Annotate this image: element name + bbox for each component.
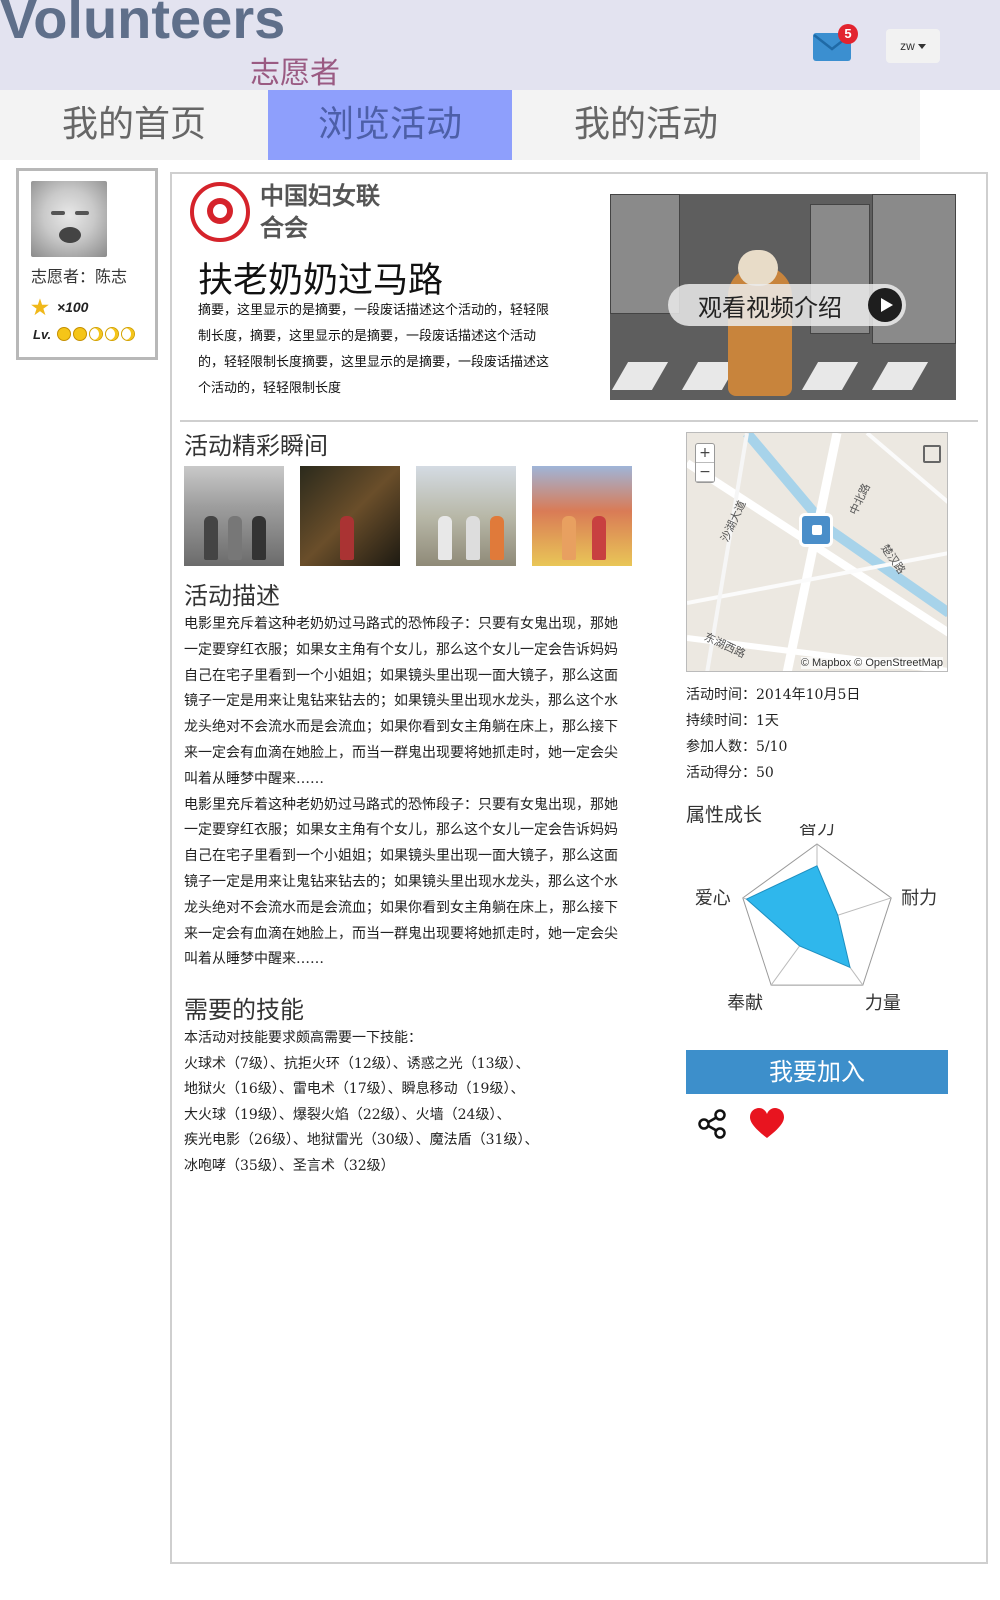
- photo-figure: [204, 516, 218, 560]
- skills-line: 火球术（7级）、抗拒火环（12级）、诱惑之光（13级）、: [184, 1055, 530, 1072]
- photo-figure: [562, 516, 576, 560]
- watch-video-button[interactable]: 观看视频介绍: [668, 284, 906, 326]
- skills-list: 本活动对技能要求颇高需要一下技能： 火球术（7级）、抗拒火环（12级）、诱惑之光…: [184, 1026, 624, 1180]
- skills-line: 冰咆哮（35级）、圣言术（32级）: [184, 1157, 395, 1174]
- fullscreen-icon[interactable]: [923, 445, 941, 463]
- attribute-radar-chart: 智力耐力力量 奉献 爱心: [695, 824, 937, 1014]
- radar-axis-label: 爱心: [695, 888, 731, 909]
- video-crosswalk-stripe: [871, 362, 929, 390]
- skills-line: 大火球（19级）、爆裂火焰（22级）、火墙（24级）、: [184, 1106, 511, 1123]
- highlights-title: 活动精彩瞬间: [184, 432, 328, 460]
- tab-my-activities[interactable]: 我的活动: [512, 90, 780, 160]
- photo-figure: [228, 516, 242, 560]
- profile-card: 志愿者：陈志 ★ ×100 Lv.: [16, 168, 158, 360]
- user-menu-label: zw: [900, 39, 915, 53]
- radar-title: 属性成长: [686, 804, 763, 826]
- highlight-photo[interactable]: [184, 466, 284, 566]
- share-icon[interactable]: [696, 1108, 728, 1140]
- notification-badge[interactable]: 5: [838, 24, 858, 44]
- zoom-out-button[interactable]: −: [696, 463, 714, 482]
- org-logo-icon[interactable]: [190, 182, 250, 242]
- org-name[interactable]: 中国妇女联合会: [260, 180, 380, 244]
- logo-text[interactable]: Volunteers: [0, 0, 285, 51]
- description-paragraph: 电影里充斥着这种老奶奶过马路式的恐怖段子：只要有女鬼出现，那她一定要穿红衣服；如…: [184, 616, 618, 787]
- points: ★ ×100: [31, 295, 88, 320]
- moon-icon: [120, 327, 135, 341]
- avatar-eye: [75, 211, 89, 215]
- skills-line: 疾光电影（26级）、地狱雷光（30级）、魔法盾（31级）、: [184, 1132, 539, 1149]
- header: Volunteers 志愿者 5 zw: [0, 0, 1000, 91]
- activity-summary: 摘要，这里显示的是摘要，一段废话描述这个活动的，轻轻限制长度，摘要，这里显示的是…: [198, 303, 550, 396]
- radar-axis-label: 智力: [799, 824, 835, 839]
- video-figure-head: [738, 250, 778, 286]
- skills-title: 需要的技能: [184, 996, 304, 1024]
- video-crosswalk-stripe: [611, 362, 669, 390]
- watch-video-label: 观看视频介绍: [698, 294, 842, 322]
- photo-figure: [490, 516, 504, 560]
- avatar[interactable]: [31, 181, 107, 257]
- zoom-in-button[interactable]: +: [696, 444, 714, 463]
- highlights-gallery: [184, 466, 648, 566]
- activity-description: 电影里充斥着这种老奶奶过马路式的恐怖段子：只要有女鬼出现，那她一定要穿红衣服；如…: [184, 612, 620, 973]
- video-crosswalk-stripe: [801, 362, 859, 390]
- avatar-mouth: [59, 227, 81, 243]
- activity-duration: 持续时间：1天: [686, 713, 779, 729]
- main-nav: 我的首页 浏览活动 我的活动: [0, 90, 920, 160]
- location-map[interactable]: + − 沙湖大道 中北路 楚汉路 东湖西路 © Mapbox © OpenStre…: [686, 432, 948, 672]
- divider: [180, 420, 978, 422]
- level: Lv.: [33, 327, 135, 342]
- avatar-eye: [51, 211, 65, 215]
- volunteer-name: 志愿者：陈志: [31, 267, 128, 286]
- moon-icon: [88, 327, 103, 341]
- description-title: 活动描述: [184, 582, 280, 610]
- activity-score: 活动得分：50: [686, 765, 774, 781]
- description-paragraph: 电影里充斥着这种老奶奶过马路式的恐怖段子：只要有女鬼出现，那她一定要穿红衣服；如…: [184, 796, 618, 968]
- activity-time: 活动时间：2014年10月5日: [686, 687, 861, 703]
- star-icon: ★: [31, 297, 49, 319]
- highlight-photo[interactable]: [416, 466, 516, 566]
- highlight-photo[interactable]: [532, 466, 632, 566]
- radar-axis-label: 奉献: [727, 993, 763, 1014]
- participants-count: 参加人数：5/10: [686, 739, 788, 755]
- skills-intro: 本活动对技能要求颇高需要一下技能：: [184, 1030, 422, 1046]
- photo-figure: [340, 516, 354, 560]
- logo-subtitle: 志愿者: [250, 56, 340, 91]
- photo-figure: [438, 516, 452, 560]
- location-marker-icon[interactable]: [799, 513, 833, 547]
- moon-icon: [104, 327, 119, 341]
- sun-icon: [72, 327, 87, 341]
- map-zoom-control[interactable]: + −: [695, 443, 715, 483]
- activity-detail-panel: 中国妇女联合会 扶老奶奶过马路 摘要，这里显示的是摘要，一段废话描述这个活动的，…: [170, 172, 988, 1564]
- points-value: ×100: [56, 299, 89, 315]
- tab-home[interactable]: 我的首页: [0, 90, 268, 160]
- heart-icon[interactable]: [750, 1108, 784, 1140]
- photo-figure: [466, 516, 480, 560]
- org-logo-center: [213, 204, 227, 218]
- user-menu-dropdown[interactable]: zw: [886, 29, 940, 63]
- join-button[interactable]: 我要加入: [686, 1050, 948, 1094]
- play-icon: [868, 288, 902, 322]
- chevron-down-icon: [917, 44, 926, 50]
- level-label: Lv.: [33, 327, 52, 342]
- photo-figure: [252, 516, 266, 560]
- photo-figure: [592, 516, 606, 560]
- map-attribution[interactable]: © Mapbox © OpenStreetMap: [800, 657, 943, 669]
- activity-stats: 活动时间：2014年10月5日 持续时间：1天 参加人数：5/10 活动得分：5…: [686, 682, 860, 786]
- tab-browse-activities[interactable]: 浏览活动: [268, 90, 512, 160]
- radar-axis-label: 耐力: [901, 888, 937, 909]
- skills-line: 地狱火（16级）、雷电术（17级）、瞬息移动（19级）、: [184, 1081, 525, 1098]
- video-preview[interactable]: 观看视频介绍: [610, 194, 956, 400]
- sun-icon: [56, 327, 71, 341]
- radar-axis-label: 力量: [865, 993, 901, 1014]
- highlight-photo[interactable]: [300, 466, 400, 566]
- activity-title: 扶老奶奶过马路: [198, 261, 444, 301]
